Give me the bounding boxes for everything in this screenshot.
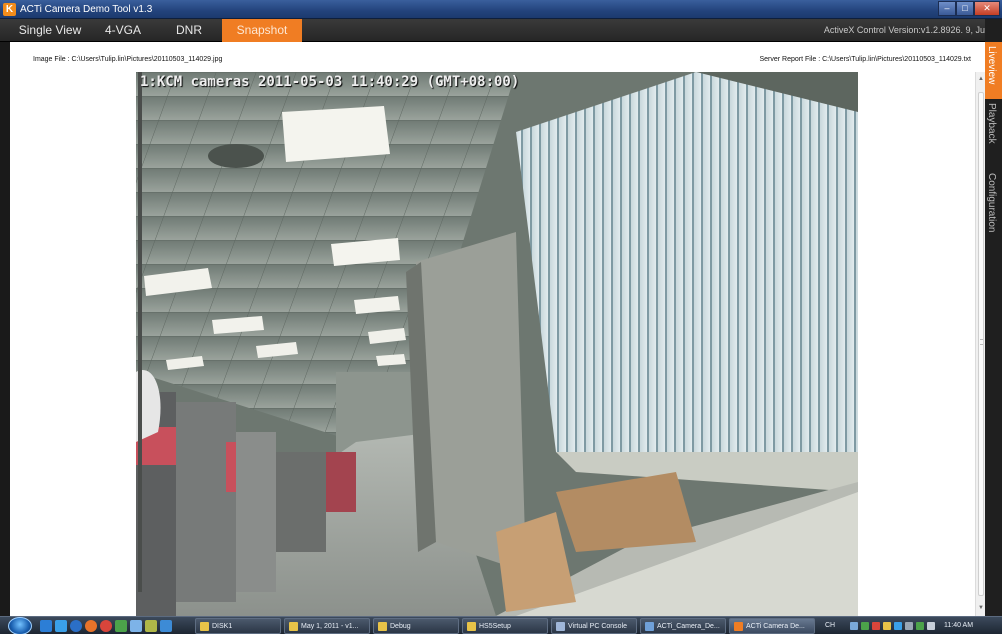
language-indicator[interactable]: CH [825,618,835,634]
file-info-bar: Image File : C:\Users\Tulip.lin\Pictures… [10,42,985,72]
show-desktop-icon[interactable] [40,620,52,632]
server-report-file-path: Server Report File : C:\Users\Tulip.lin\… [759,56,971,63]
app-window: K ACTi Camera Demo Tool v1.3 – □ ✕ Singl… [0,0,1002,634]
activex-version: ActiveX Control Version:v1.2.8926. 9, Ju… [823,25,990,35]
taskbar-item-debug[interactable]: Debug [373,618,459,634]
maximize-button[interactable]: □ [956,1,974,16]
folder-icon [200,622,209,631]
folder-icon [289,622,298,631]
window-title: ACTi Camera Demo Tool v1.3 [20,4,153,15]
view-tabs: Single View 4-VGA DNR Snapshot [10,19,302,42]
side-tab-liveview-label: Liveview [986,46,997,85]
acti-logo-icon: K [3,3,16,16]
taskbar-item-virtual-pc[interactable]: Virtual PC Console [551,618,637,634]
taskbar-item-label: May 1, 2011 - v1... [301,623,359,630]
folder-icon [378,622,387,631]
close-button[interactable]: ✕ [974,1,1000,16]
tray-app-icon[interactable] [872,622,880,630]
tool-icon[interactable] [115,620,127,632]
vertical-scrollbar[interactable]: ▲ ▼ [975,72,985,616]
side-tab-liveview[interactable]: Liveview [985,42,1002,99]
taskbar-item-disk1[interactable]: DISK1 [195,618,281,634]
taskbar-item-label: HS5Setup [479,623,511,630]
tab-4-vga[interactable]: 4-VGA [90,19,156,42]
image-file-path: Image File : C:\Users\Tulip.lin\Pictures… [33,56,223,63]
quick-launch [40,620,172,632]
taskbar-item-acti-camera-1[interactable]: ACTi_Camera_De... [640,618,726,634]
tab-dnr[interactable]: DNR [156,19,222,42]
title-bar[interactable]: K ACTi Camera Demo Tool v1.3 – □ ✕ [0,0,1002,19]
clock[interactable]: 11:40 AM [944,618,973,634]
taskbar-item-label: ACTi_Camera_De... [657,623,720,630]
side-tab-playback[interactable]: Playback [985,99,1002,167]
side-tab-configuration[interactable]: Configuration [985,169,1002,253]
tray-app-icon[interactable] [894,622,902,630]
window-controls: – □ ✕ [938,1,1000,16]
tray-app-icon[interactable] [905,622,913,630]
system-tray: CH 11:40 AM [820,618,1002,634]
windows-taskbar: DISK1 May 1, 2011 - v1... Debug HS5Setup… [0,616,1002,634]
speaker-icon[interactable] [927,622,935,630]
tray-app-icon[interactable] [861,622,869,630]
scrollbar-grip-icon [980,339,983,345]
camera-timestamp-overlay: 1:KCM cameras 2011-05-03 11:40:29 (GMT+0… [140,74,520,90]
minimize-button[interactable]: – [938,1,956,16]
document-icon[interactable] [160,620,172,632]
side-tab-strip: Liveview Playback Configuration [985,19,1002,616]
tab-snapshot[interactable]: Snapshot [222,19,302,42]
taskbar-item-label: Debug [390,623,411,630]
app-icon [645,622,654,631]
acti-app-icon [734,622,743,631]
snapshot-view-area: 1:KCM cameras 2011-05-03 11:40:29 (GMT+0… [10,72,975,616]
taskbar-item-may-2011[interactable]: May 1, 2011 - v1... [284,618,370,634]
side-tab-configuration-label: Configuration [986,173,997,233]
taskbar-item-label: ACTi Camera De... [746,623,805,630]
folder-icon [467,622,476,631]
utility-icon[interactable] [130,620,142,632]
scrollbar-thumb[interactable] [978,92,984,596]
menu-bar: Single View 4-VGA DNR Snapshot ActiveX C… [0,19,1002,42]
side-tab-playback-label: Playback [986,103,997,144]
scroll-down-arrow-icon[interactable]: ▼ [977,603,985,613]
tab-single-view[interactable]: Single View [10,19,90,42]
explorer-icon[interactable] [55,620,67,632]
media-icon[interactable] [100,620,112,632]
tray-app-icon[interactable] [883,622,891,630]
office-scene-illustration [136,72,858,616]
taskbar-item-label: Virtual PC Console [568,623,628,630]
main-panel: Image File : C:\Users\Tulip.lin\Pictures… [10,42,985,616]
network-icon[interactable] [916,622,924,630]
taskbar-item-acti-camera-2[interactable]: ACTi Camera De... [729,618,815,634]
start-button[interactable] [8,617,32,634]
scroll-up-arrow-icon[interactable]: ▲ [977,74,985,84]
tray-app-icon[interactable] [850,622,858,630]
taskbar-item-hs5setup[interactable]: HS5Setup [462,618,548,634]
archive-icon[interactable] [145,620,157,632]
ie-icon[interactable] [70,620,82,632]
virtual-pc-icon [556,622,565,631]
taskbar-item-label: DISK1 [212,623,233,630]
snapshot-image: 1:KCM cameras 2011-05-03 11:40:29 (GMT+0… [136,72,858,616]
firefox-icon[interactable] [85,620,97,632]
